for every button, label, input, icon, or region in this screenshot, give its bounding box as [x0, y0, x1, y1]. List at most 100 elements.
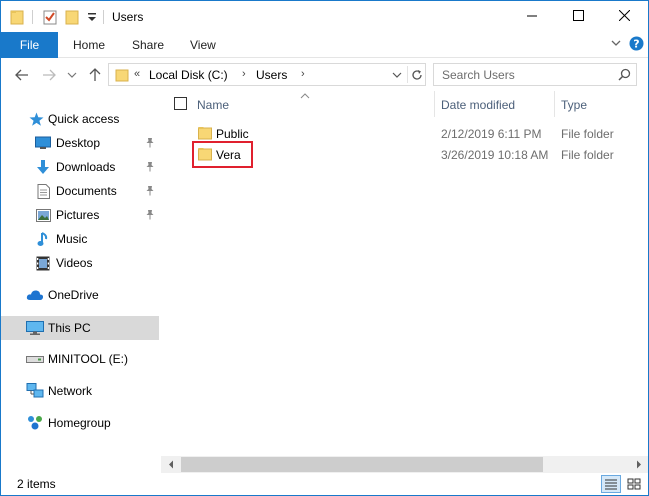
file-name: Public	[216, 127, 249, 141]
videos-icon	[35, 255, 51, 271]
navigation-bar: « Local Disk (C:) › Users ›	[1, 58, 648, 91]
search-box[interactable]	[433, 63, 637, 86]
chevron-down-icon	[67, 72, 77, 78]
large-icons-view-button[interactable]	[624, 475, 644, 493]
minimize-button[interactable]	[509, 1, 555, 32]
scroll-left-button[interactable]	[162, 456, 179, 473]
star-icon	[28, 111, 44, 127]
breadcrumb-separator[interactable]: ›	[301, 68, 305, 80]
file-date: 2/12/2019 6:11 PM	[441, 127, 542, 141]
ribbon-tabs: File Home Share View ?	[1, 32, 648, 58]
nav-label: Pictures	[56, 208, 100, 222]
details-view-button[interactable]	[601, 475, 621, 493]
breadcrumb-local-disk[interactable]: Local Disk (C:)	[149, 68, 228, 82]
close-icon	[618, 9, 630, 24]
nav-item-desktop[interactable]: Desktop	[1, 131, 159, 155]
cloud-icon	[26, 287, 44, 303]
nav-label: OneDrive	[48, 288, 99, 302]
documents-icon	[35, 183, 51, 199]
forward-button[interactable]	[40, 66, 58, 84]
nav-label: Desktop	[56, 136, 101, 150]
pin-icon[interactable]	[145, 161, 155, 175]
nav-item-pictures[interactable]: Pictures	[1, 203, 159, 227]
nav-item-videos[interactable]: Videos	[1, 251, 159, 275]
close-button[interactable]	[601, 1, 647, 32]
nav-quick-access[interactable]: Quick access	[1, 107, 159, 131]
column-date-modified[interactable]: Date modified	[441, 98, 515, 112]
search-input[interactable]	[442, 67, 612, 82]
pin-icon[interactable]	[145, 137, 155, 151]
highlight-box	[192, 141, 253, 168]
search-icon[interactable]	[618, 68, 631, 84]
chevron-left-icon	[168, 460, 173, 469]
homegroup-icon	[26, 415, 44, 431]
breadcrumb-separator[interactable]: ›	[242, 68, 246, 80]
nav-this-pc[interactable]: This PC	[1, 316, 159, 340]
tab-home[interactable]: Home	[73, 38, 105, 52]
nav-drive-e[interactable]: MINITOOL (E:)	[1, 347, 159, 371]
pin-icon[interactable]	[145, 209, 155, 223]
folder-icon	[115, 68, 129, 85]
chevron-down-icon	[392, 72, 402, 78]
tab-file[interactable]: File	[1, 32, 58, 58]
status-bar: 2 items	[1, 474, 648, 495]
nav-label: MINITOOL (E:)	[48, 352, 129, 366]
back-arrow-icon	[15, 69, 28, 81]
breadcrumb-overflow[interactable]: «	[134, 68, 140, 80]
horizontal-scrollbar[interactable]	[161, 456, 648, 473]
address-bar[interactable]: « Local Disk (C:) › Users ›	[108, 63, 426, 86]
svg-text:?: ?	[633, 38, 639, 51]
drive-icon	[26, 351, 44, 367]
divider	[103, 10, 104, 24]
file-type: File folder	[561, 148, 614, 162]
network-icon	[26, 383, 44, 399]
new-folder-icon[interactable]	[65, 9, 79, 28]
recent-locations-button[interactable]	[63, 66, 81, 84]
expand-ribbon-icon[interactable]	[610, 37, 622, 52]
item-count: 2 items	[17, 477, 56, 491]
nav-onedrive[interactable]: OneDrive	[1, 283, 159, 307]
help-icon[interactable]: ?	[629, 36, 644, 54]
nav-network[interactable]: Network	[1, 379, 159, 403]
divider	[32, 10, 33, 24]
computer-icon	[26, 320, 44, 336]
pin-icon[interactable]	[145, 185, 155, 199]
nav-label: Homegroup	[48, 416, 111, 430]
nav-homegroup[interactable]: Homegroup	[1, 411, 159, 435]
column-divider[interactable]	[434, 91, 435, 117]
nav-item-downloads[interactable]: Downloads	[1, 155, 159, 179]
address-dropdown-button[interactable]	[389, 66, 405, 83]
properties-icon[interactable]	[42, 9, 58, 28]
column-divider[interactable]	[554, 91, 555, 117]
breadcrumb-users[interactable]: Users	[256, 68, 287, 82]
customize-toolbar-icon[interactable]	[87, 11, 97, 26]
column-name[interactable]: Name	[197, 98, 229, 112]
tab-share[interactable]: Share	[132, 38, 164, 52]
refresh-icon	[411, 69, 422, 80]
chevron-right-icon	[636, 460, 641, 469]
explorer-window: Users File Home Share View ? « Local Dis…	[0, 0, 649, 496]
sort-ascending-icon	[300, 89, 310, 103]
nav-item-documents[interactable]: Documents	[1, 179, 159, 203]
tab-view[interactable]: View	[190, 38, 216, 52]
scroll-right-button[interactable]	[630, 456, 647, 473]
details-view-icon	[605, 479, 617, 490]
file-type: File folder	[561, 127, 614, 141]
music-icon	[35, 231, 51, 247]
select-all-checkbox[interactable]	[174, 97, 187, 110]
file-date: 3/26/2019 10:18 AM	[441, 148, 549, 162]
column-type[interactable]: Type	[561, 98, 587, 112]
folder-icon[interactable]	[10, 9, 24, 28]
forward-arrow-icon	[43, 69, 56, 81]
minimize-icon	[527, 10, 537, 24]
refresh-button[interactable]	[407, 66, 425, 83]
window-title: Users	[112, 10, 144, 24]
up-button[interactable]	[86, 66, 104, 84]
maximize-button[interactable]	[555, 1, 601, 32]
nav-item-music[interactable]: Music	[1, 227, 159, 251]
back-button[interactable]	[13, 66, 31, 84]
title-bar: Users	[1, 1, 648, 32]
nav-label: Downloads	[56, 160, 116, 174]
up-arrow-icon	[89, 68, 101, 81]
scrollbar-thumb[interactable]	[181, 457, 543, 472]
